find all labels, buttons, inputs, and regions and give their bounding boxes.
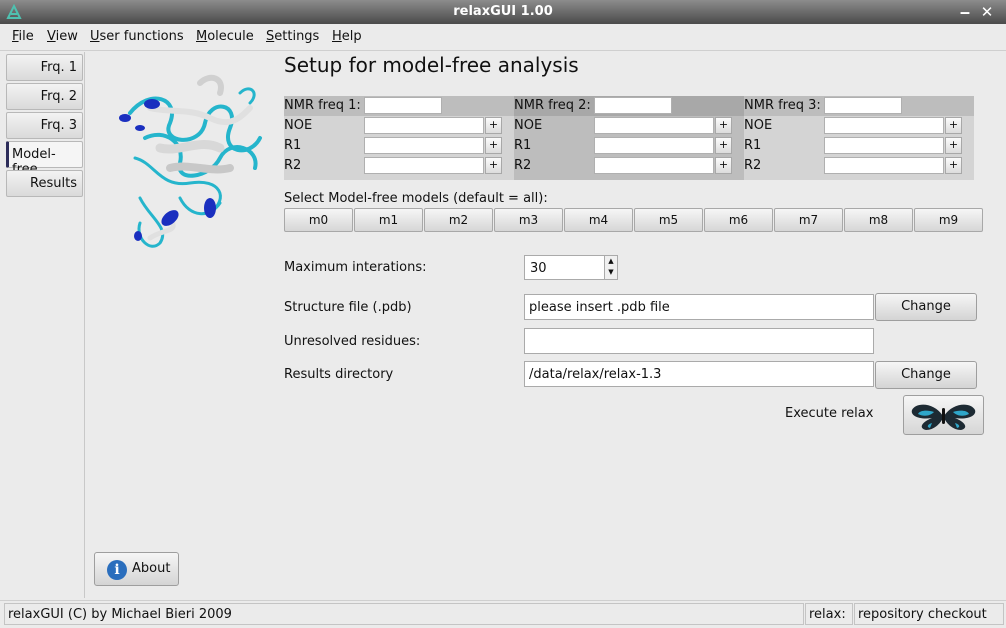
status-version: repository checkout (854, 603, 1004, 625)
about-label: About (132, 561, 171, 576)
model-m5-button[interactable]: m5 (634, 208, 703, 232)
r2-label: R2 (284, 158, 302, 173)
model-button-row: m0 m1 m2 m3 m4 m5 m6 m7 m8 m9 (284, 208, 984, 232)
noe-3-input[interactable] (824, 117, 944, 134)
menu-view[interactable]: View (47, 29, 78, 44)
model-m7-button[interactable]: m7 (774, 208, 843, 232)
noe-2-input[interactable] (594, 117, 714, 134)
model-m3-button[interactable]: m3 (494, 208, 563, 232)
about-button[interactable]: i About (94, 552, 179, 586)
stepper-down-icon[interactable]: ▼ (605, 267, 617, 278)
results-dir-label: Results directory (284, 367, 394, 382)
r1-3-add-button[interactable]: + (945, 137, 962, 154)
noe-3-add-button[interactable]: + (945, 117, 962, 134)
r2-3-input[interactable] (824, 157, 944, 174)
max-iterations-stepper[interactable]: 30 ▲ ▼ (524, 255, 618, 280)
tab-model-free[interactable]: Model-free (6, 141, 83, 177)
minimize-button[interactable]: ‒ (956, 3, 974, 21)
model-m8-button[interactable]: m8 (844, 208, 913, 232)
r2-2-input[interactable] (594, 157, 714, 174)
results-change-button[interactable]: Change (875, 361, 977, 389)
tab-results[interactable]: Results (6, 170, 83, 197)
r1-label: R1 (284, 138, 302, 153)
status-relax-label: relax: (805, 603, 853, 625)
freq-label: NMR freq 3: (744, 98, 821, 113)
r1-label: R1 (744, 138, 762, 153)
model-m9-button[interactable]: m9 (914, 208, 983, 232)
r1-label: R1 (514, 138, 532, 153)
model-m6-button[interactable]: m6 (704, 208, 773, 232)
freq-1-input[interactable] (364, 97, 442, 114)
noe-1-input[interactable] (364, 117, 484, 134)
freq-label: NMR freq 2: (514, 98, 591, 113)
status-bar: relaxGUI (C) by Michael Bieri 2009 relax… (0, 600, 1006, 628)
r1-2-input[interactable] (594, 137, 714, 154)
r2-1-add-button[interactable]: + (485, 157, 502, 174)
title-bar: relaxGUI 1.00 ‒ ✕ (0, 0, 1006, 24)
r2-2-add-button[interactable]: + (715, 157, 732, 174)
r1-1-input[interactable] (364, 137, 484, 154)
status-copyright: relaxGUI (C) by Michael Bieri 2009 (4, 603, 804, 625)
r2-3-add-button[interactable]: + (945, 157, 962, 174)
noe-2-add-button[interactable]: + (715, 117, 732, 134)
structure-change-button[interactable]: Change (875, 293, 977, 321)
model-m0-button[interactable]: m0 (284, 208, 353, 232)
r1-2-add-button[interactable]: + (715, 137, 732, 154)
results-dir-input[interactable]: /data/relax/relax-1.3 (524, 361, 874, 387)
freq-2-input[interactable] (594, 97, 672, 114)
unresolved-label: Unresolved residues: (284, 334, 421, 349)
model-m1-button[interactable]: m1 (354, 208, 423, 232)
page-title: Setup for model-free analysis (284, 53, 579, 77)
model-m2-button[interactable]: m2 (424, 208, 493, 232)
frequency-panel: NMR freq 1: NOE + R1 + R2 + NMR freq 2: … (284, 96, 974, 180)
max-iterations-label: Maximum interations: (284, 260, 427, 275)
r2-1-input[interactable] (364, 157, 484, 174)
structure-file-input[interactable]: please insert .pdb file (524, 294, 874, 320)
menu-user-functions[interactable]: User functions (90, 29, 184, 44)
models-label: Select Model-free models (default = all)… (284, 191, 548, 206)
structure-file-label: Structure file (.pdb) (284, 300, 412, 315)
noe-1-add-button[interactable]: + (485, 117, 502, 134)
execute-relax-button[interactable] (903, 395, 984, 435)
menu-file[interactable]: File (12, 29, 34, 44)
noe-label: NOE (514, 118, 543, 133)
freq-3-input[interactable] (824, 97, 902, 114)
close-button[interactable]: ✕ (978, 3, 996, 21)
freq-column-1: NMR freq 1: NOE + R1 + R2 + (284, 96, 514, 180)
r2-label: R2 (744, 158, 762, 173)
menu-bar: File View User functions Molecule Settin… (0, 24, 1006, 51)
tab-frq-3[interactable]: Frq. 3 (6, 112, 83, 139)
panel-separator (84, 52, 85, 598)
freq-column-3: NMR freq 3: NOE + R1 + R2 + (744, 96, 974, 180)
noe-label: NOE (284, 118, 313, 133)
protein-structure-image (119, 74, 262, 248)
tab-frq-1[interactable]: Frq. 1 (6, 54, 83, 81)
freq-label: NMR freq 1: (284, 98, 361, 113)
window-title: relaxGUI 1.00 (453, 4, 553, 19)
r2-label: R2 (514, 158, 532, 173)
freq-column-2: NMR freq 2: NOE + R1 + R2 + (514, 96, 744, 180)
tab-frq-2[interactable]: Frq. 2 (6, 83, 83, 110)
menu-help[interactable]: Help (332, 29, 362, 44)
model-m4-button[interactable]: m4 (564, 208, 633, 232)
max-iterations-value: 30 (530, 261, 547, 276)
noe-label: NOE (744, 118, 773, 133)
execute-label: Execute relax (785, 406, 874, 421)
menu-settings[interactable]: Settings (266, 29, 319, 44)
stepper-up-icon[interactable]: ▲ (605, 256, 617, 267)
stepper-arrows: ▲ ▼ (604, 256, 617, 279)
r1-3-input[interactable] (824, 137, 944, 154)
r1-1-add-button[interactable]: + (485, 137, 502, 154)
unresolved-input[interactable] (524, 328, 874, 354)
menu-molecule[interactable]: Molecule (196, 29, 254, 44)
info-icon: i (107, 560, 127, 580)
butterfly-icon (911, 404, 976, 430)
